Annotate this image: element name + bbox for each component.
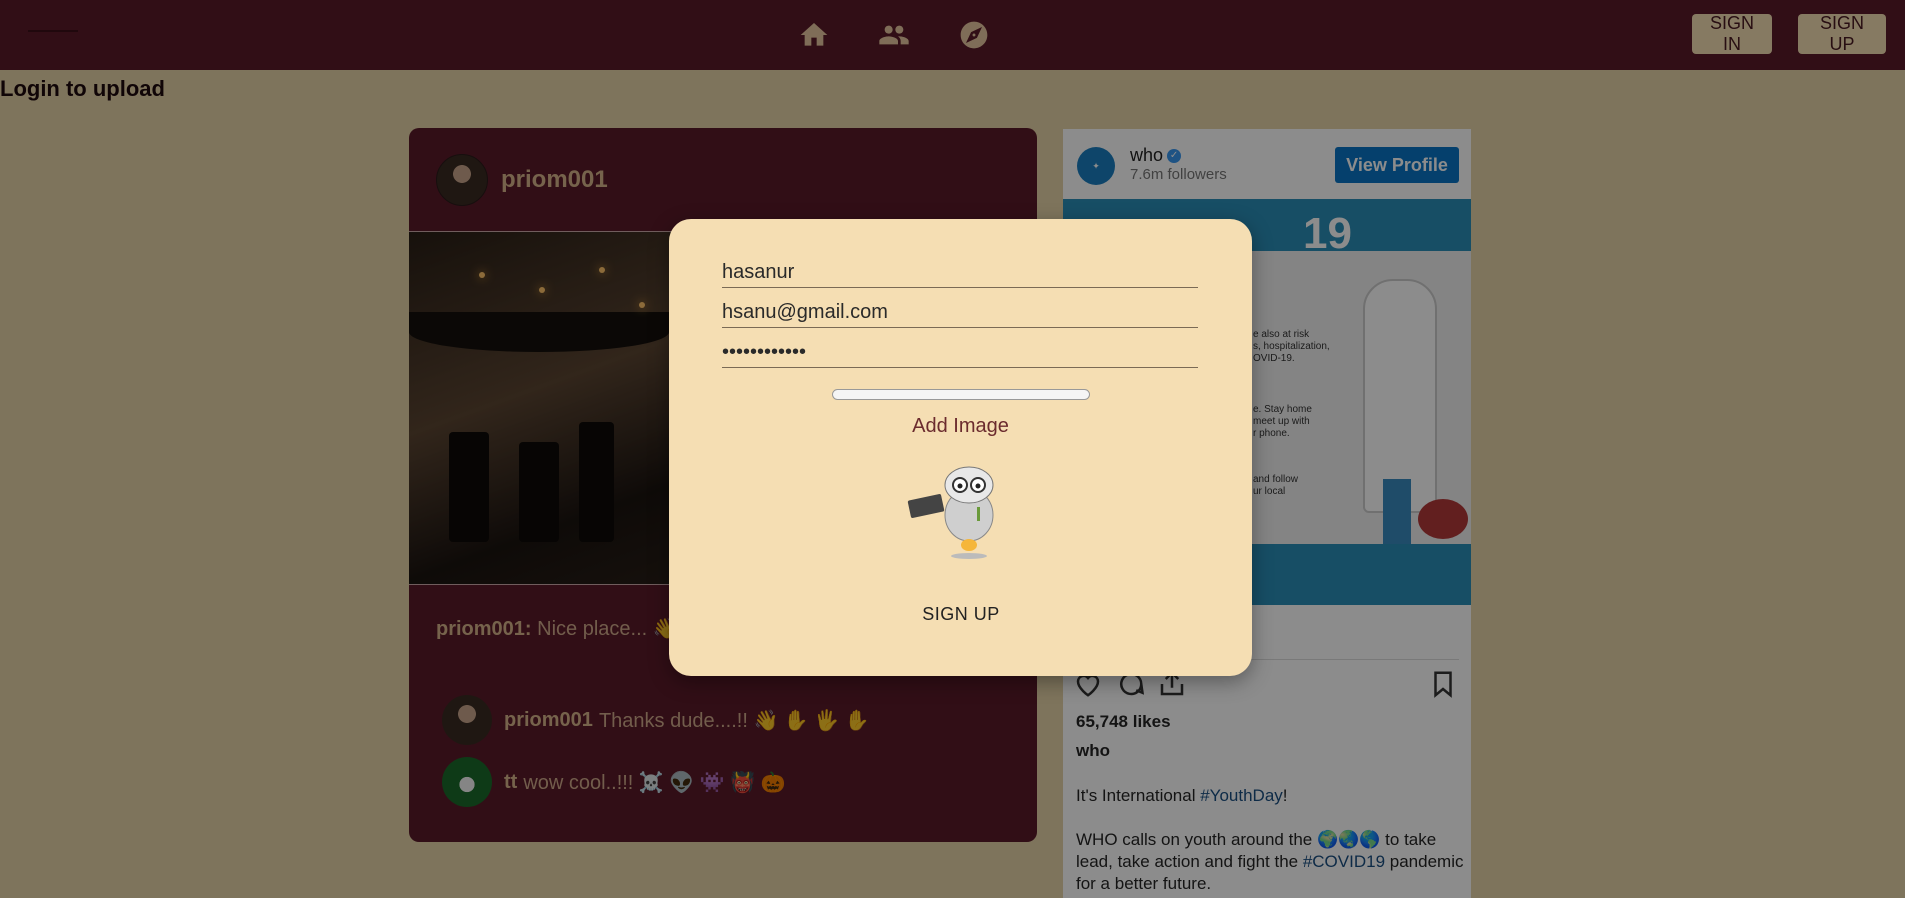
robot-illustration [907, 466, 994, 559]
username-field[interactable] [722, 257, 1198, 288]
email-field[interactable] [722, 297, 1198, 328]
modal-sign-up-button[interactable]: SIGN UP [901, 597, 1021, 631]
password-field[interactable] [722, 337, 1198, 368]
add-image-button[interactable]: Add Image [669, 415, 1252, 438]
upload-progress-bar [832, 389, 1090, 400]
signup-modal: Add Image SIGN UP [669, 219, 1252, 676]
